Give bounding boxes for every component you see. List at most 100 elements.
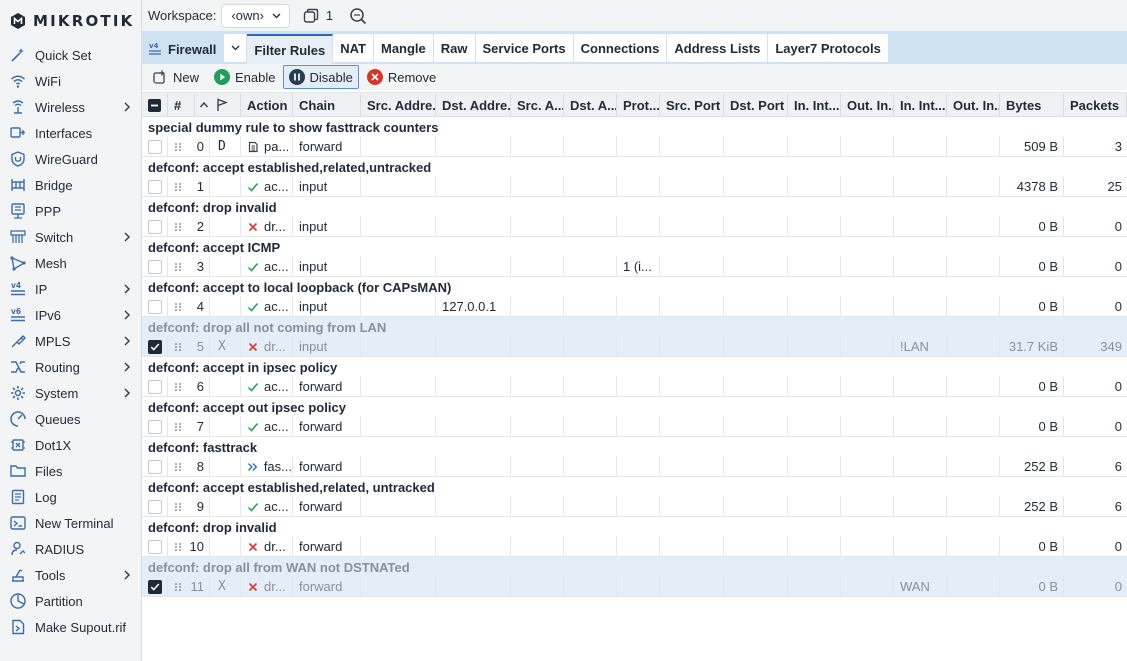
sidebar-item-routing[interactable]: Routing [0,354,142,380]
sidebar-item-partition[interactable]: Partition [0,588,142,614]
row-checkbox[interactable] [148,259,162,274]
row-checkbox[interactable] [148,179,162,194]
row-checkbox-cell[interactable] [142,136,168,157]
sidebar-item-ppp[interactable]: PPP [0,198,142,224]
column-header-packets[interactable]: Packets [1064,93,1127,117]
column-header-src-port[interactable]: Src. Port [660,93,724,117]
row-checkbox[interactable] [148,219,162,234]
sort-ascending-icon[interactable] [199,100,209,110]
row-checkbox-cell[interactable] [142,416,168,437]
drag-handle[interactable] [168,296,182,317]
sidebar-item-wifi[interactable]: WiFi [0,68,142,94]
remove-button[interactable]: Remove [362,65,441,89]
row-checkbox[interactable] [148,419,162,434]
column-header-chain[interactable]: Chain [293,93,361,117]
drag-handle[interactable] [168,416,182,437]
table-row[interactable]: defconf: accept established,related,untr… [142,157,1127,197]
row-checkbox-cell[interactable] [142,376,168,397]
row-checkbox[interactable] [148,299,162,314]
tab-filter-rules[interactable]: Filter Rules [247,34,334,64]
table-row[interactable]: defconf: accept in ipsec policy 6 ac... for… [142,357,1127,397]
drag-handle[interactable] [168,496,182,517]
column-header-number[interactable]: # [168,93,195,117]
table-row[interactable]: defconf: fasttrack 8 fas... forward 252 B 6 [142,437,1127,477]
column-header-dst-port[interactable]: Dst. Port [724,93,788,117]
drag-handle[interactable] [168,216,182,237]
row-checkbox[interactable] [148,539,162,554]
sidebar-item-quick-set[interactable]: Quick Set [0,42,142,68]
row-checkbox[interactable] [148,499,162,514]
select-all-checkbox[interactable] [142,93,168,117]
sidebar-item-mpls[interactable]: MPLS [0,328,142,354]
table-row[interactable]: defconf: drop invalid 10 dr... forward 0 B 0 [142,517,1127,557]
row-checkbox[interactable] [148,139,162,154]
open-windows-button[interactable]: 1 [302,7,333,25]
row-checkbox[interactable] [148,459,162,474]
drag-handle[interactable] [168,376,182,397]
table-row[interactable]: defconf: drop all from WAN not DSTNATed 1… [142,557,1127,597]
table-row[interactable]: special dummy rule to show fasttrack cou… [142,117,1127,157]
sidebar-item-ip[interactable]: v4 IP [0,276,142,302]
sidebar-item-new-terminal[interactable]: New Terminal [0,510,142,536]
tab-service-ports[interactable]: Service Ports [475,34,574,62]
table-row[interactable]: defconf: accept established,related, unt… [142,477,1127,517]
row-checkbox-cell[interactable] [142,456,168,477]
tab-layer7-protocols[interactable]: Layer7 Protocols [768,34,889,62]
table-row[interactable]: defconf: drop invalid 2 dr... input 0 B 0 [142,197,1127,237]
sidebar-item-bridge[interactable]: Bridge [0,172,142,198]
drag-handle[interactable] [168,536,182,557]
sidebar-item-make-supout-rif[interactable]: Make Supout.rif [0,614,142,640]
drag-handle[interactable] [168,456,182,477]
sidebar-item-system[interactable]: System [0,380,142,406]
sidebar-item-files[interactable]: Files [0,458,142,484]
table-row[interactable]: defconf: drop all not coming from LAN 5 Xd… [142,317,1127,357]
sidebar-item-tools[interactable]: Tools [0,562,142,588]
sidebar-item-queues[interactable]: Queues [0,406,142,432]
column-header-src-address-list[interactable]: Src. A... [511,93,564,117]
row-checkbox-cell[interactable] [142,496,168,517]
tab-connections[interactable]: Connections [573,34,668,62]
drag-handle[interactable] [168,176,182,197]
row-checkbox-cell[interactable] [142,256,168,277]
sidebar-item-mesh[interactable]: Mesh [0,250,142,276]
tab-raw[interactable]: Raw [433,34,476,62]
drag-handle[interactable] [168,576,182,597]
enable-button[interactable]: Enable [209,65,280,89]
tab-nat[interactable]: NAT [333,34,374,62]
disable-button[interactable]: Disable [282,65,359,89]
tab-address-lists[interactable]: Address Lists [667,34,769,62]
column-header-dst-address[interactable]: Dst. Addre... [436,93,511,117]
table-row[interactable]: defconf: accept out ipsec policy 7 ac... fo… [142,397,1127,437]
sidebar-item-log[interactable]: Log [0,484,142,510]
sidebar-item-ipv6[interactable]: v6 IPv6 [0,302,142,328]
sidebar-item-dot1x[interactable]: Dot1X [0,432,142,458]
sidebar-item-wireguard[interactable]: WireGuard [0,146,142,172]
row-checkbox-cell[interactable] [142,576,168,597]
sidebar-item-radius[interactable]: RADIUS [0,536,142,562]
search-icon[interactable] [349,7,367,25]
sidebar-item-interfaces[interactable]: Interfaces [0,120,142,146]
column-header-src-address[interactable]: Src. Addre... [361,93,436,117]
column-header-protocol[interactable]: Prot... [617,93,660,117]
table-row[interactable]: defconf: accept to local loopback (for C… [142,277,1127,317]
drag-handle[interactable] [168,136,182,157]
column-header-in-interface-list[interactable]: In. Int... [894,93,947,117]
workspace-select[interactable]: ‹own› [221,3,290,28]
column-header-in-interface[interactable]: In. Int... [788,93,841,117]
firewall-menu-button[interactable] [224,34,247,62]
column-header-flags[interactable] [211,93,241,117]
row-checkbox-cell[interactable] [142,536,168,557]
row-checkbox-cell[interactable] [142,296,168,317]
column-header-dst-address-list[interactable]: Dst. A... [564,93,617,117]
sidebar-item-wireless[interactable]: Wireless [0,94,142,120]
drag-handle[interactable] [168,256,182,277]
column-header-action[interactable]: Action [241,93,293,117]
row-checkbox-checked[interactable] [148,339,162,354]
row-checkbox-cell[interactable] [142,216,168,237]
row-checkbox[interactable] [148,379,162,394]
row-checkbox-cell[interactable] [142,336,168,357]
row-checkbox-cell[interactable] [142,176,168,197]
new-button[interactable]: New [147,65,204,89]
tab-mangle[interactable]: Mangle [373,34,434,62]
column-header-out-interface-list[interactable]: Out. In... [947,93,1000,117]
